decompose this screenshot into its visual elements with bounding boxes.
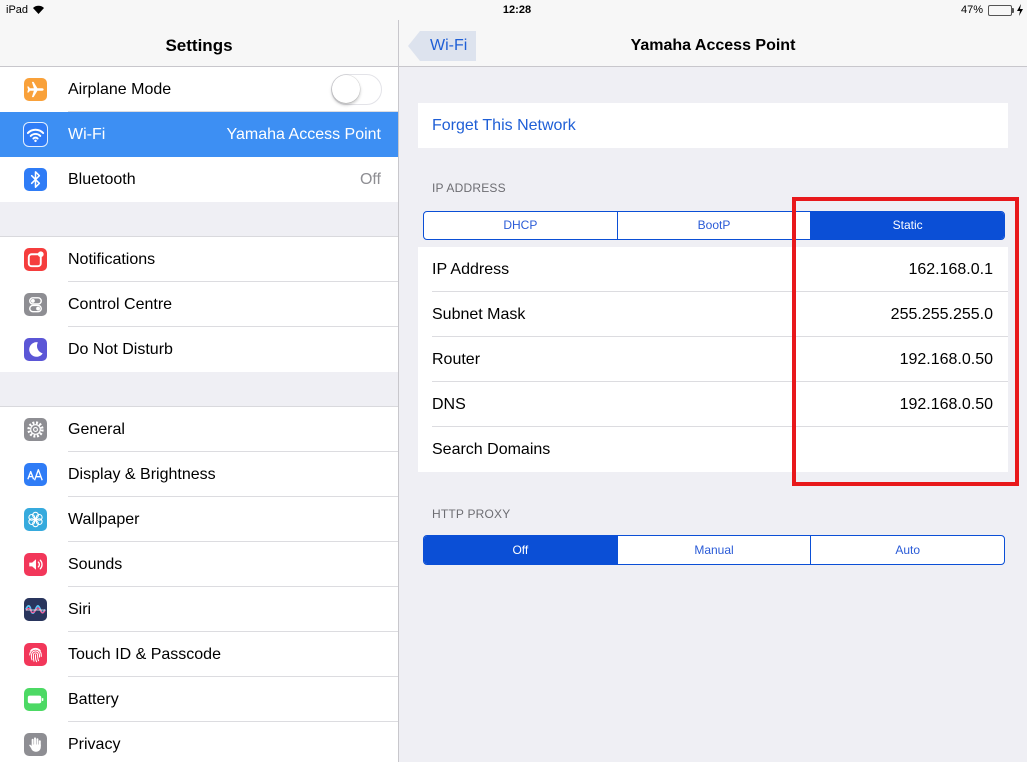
sidebar-header: Settings xyxy=(0,20,398,67)
ip-row-label: Search Domains xyxy=(432,441,551,458)
sidebar-item-control-centre[interactable]: Control Centre xyxy=(0,282,398,327)
sidebar-item-label: Sounds xyxy=(68,556,123,573)
sidebar-item-label: Wi-Fi xyxy=(68,126,106,143)
segment-auto[interactable]: Auto xyxy=(810,536,1004,564)
battery-percentage: 47% xyxy=(960,4,983,16)
sidebar-item-display-brightness[interactable]: Display & Brightness xyxy=(0,452,398,497)
battery-icon xyxy=(24,688,47,711)
ip-row-label: IP Address xyxy=(432,261,510,278)
wifi-signal-icon xyxy=(33,5,44,14)
sidebar-item-bluetooth[interactable]: Bluetooth Off xyxy=(0,157,398,202)
sidebar-item-label: Airplane Mode xyxy=(68,81,172,98)
sidebar-item-label: Privacy xyxy=(68,736,121,753)
segment-bootp[interactable]: BootP xyxy=(616,212,811,239)
segment-off[interactable]: Off xyxy=(424,536,617,564)
sidebar-item-airplane-mode[interactable]: Airplane Mode xyxy=(0,67,398,112)
forget-network-label: Forget This Network xyxy=(432,117,576,134)
segment-manual[interactable]: Manual xyxy=(616,536,811,564)
ip-row-label: Subnet Mask xyxy=(432,306,526,323)
detail-header: Wi-Fi Yamaha Access Point xyxy=(399,20,1027,67)
ip-row-label: DNS xyxy=(432,396,466,413)
airplane-mode-toggle[interactable] xyxy=(331,74,382,105)
speaker-icon xyxy=(24,553,47,576)
sidebar-item-label: Control Centre xyxy=(68,296,173,313)
panel-divider xyxy=(398,20,399,762)
forget-network-button[interactable]: Forget This Network xyxy=(418,103,1008,148)
sidebar-item-label: Wallpaper xyxy=(68,511,140,528)
sidebar-item-label: Notifications xyxy=(68,251,156,268)
moon-icon xyxy=(24,338,47,361)
sidebar-item-wifi[interactable]: Wi-Fi Yamaha Access Point xyxy=(0,112,398,157)
notifications-icon xyxy=(24,248,47,271)
sidebar-item-label: Battery xyxy=(68,691,119,708)
device-name: iPad xyxy=(6,4,29,16)
control-centre-icon xyxy=(24,293,47,316)
hand-icon xyxy=(24,733,47,756)
wifi-icon xyxy=(24,123,47,146)
ip-row-label: Router xyxy=(432,351,481,368)
sidebar-group-system: Notifications Control Centre Do Not Dist… xyxy=(0,237,398,372)
sidebar-group-connectivity: Airplane Mode Wi-Fi Yamaha Access Point … xyxy=(0,67,398,202)
sidebar-item-notifications[interactable]: Notifications xyxy=(0,237,398,282)
sidebar-item-wallpaper[interactable]: Wallpaper xyxy=(0,497,398,542)
sidebar-item-siri[interactable]: Siri xyxy=(0,587,398,632)
highlight-box xyxy=(792,197,1019,486)
proxy-mode-segmented-control: Off Manual Auto xyxy=(423,535,1005,565)
sidebar-item-privacy[interactable]: Privacy xyxy=(0,722,398,762)
toggle-knob xyxy=(332,75,360,103)
sidebar-item-label: Touch ID & Passcode xyxy=(68,646,221,663)
sidebar-item-touch-id-passcode[interactable]: Touch ID & Passcode xyxy=(0,632,398,677)
siri-icon xyxy=(24,598,47,621)
sidebar-item-label: Display & Brightness xyxy=(68,466,216,483)
fingerprint-icon xyxy=(24,643,47,666)
sidebar-item-value: Off xyxy=(359,171,381,188)
ip-address-section-header: IP ADDRESS xyxy=(432,181,506,195)
status-bar: iPad 12:28 47% xyxy=(0,0,1027,20)
sidebar-item-general[interactable]: General xyxy=(0,407,398,452)
bluetooth-icon xyxy=(24,168,47,191)
gear-icon xyxy=(24,418,47,441)
http-proxy-section-header: HTTP PROXY xyxy=(432,507,511,521)
display-brightness-icon xyxy=(24,463,47,486)
sidebar-item-label: General xyxy=(68,421,125,438)
sidebar-item-do-not-disturb[interactable]: Do Not Disturb xyxy=(0,327,398,372)
sidebar-item-label: Bluetooth xyxy=(68,171,136,188)
charging-bolt-icon xyxy=(1017,4,1023,16)
sidebar-title: Settings xyxy=(165,36,233,55)
page-title: Yamaha Access Point xyxy=(630,37,796,54)
sidebar-group-general: General Display & Brightness Wallpaper S… xyxy=(0,407,398,762)
sidebar-item-sounds[interactable]: Sounds xyxy=(0,542,398,587)
sidebar-item-label: Do Not Disturb xyxy=(68,341,173,358)
airplane-icon xyxy=(24,78,47,101)
battery-indicator-icon xyxy=(988,5,1012,16)
wallpaper-flower-icon xyxy=(24,508,47,531)
sidebar-item-label: Siri xyxy=(68,601,92,618)
battery-cap xyxy=(1012,8,1014,13)
segment-dhcp[interactable]: DHCP xyxy=(424,212,617,239)
clock: 12:28 xyxy=(502,4,532,16)
sidebar-item-value: Yamaha Access Point xyxy=(226,126,381,143)
sidebar-item-battery[interactable]: Battery xyxy=(0,677,398,722)
